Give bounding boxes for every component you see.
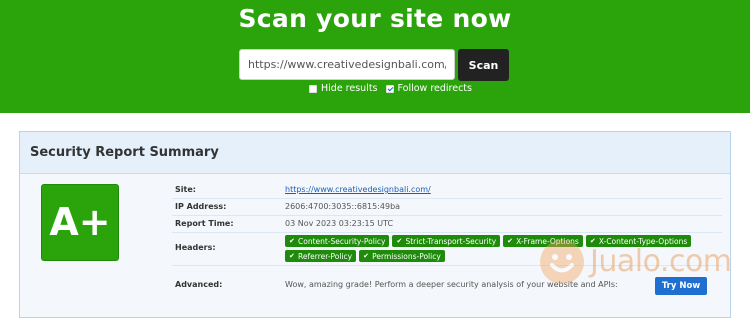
hide-results-checkbox[interactable] — [309, 84, 317, 93]
scan-hero: Scan your site now Scan Hide results Fol… — [0, 0, 750, 113]
advanced-label: Advanced: — [175, 280, 223, 289]
check-icon: ✔ — [289, 237, 295, 245]
watermark-logo-icon — [540, 240, 584, 284]
site-row: Site: https://www.creativedesignbali.com… — [172, 182, 722, 199]
hide-results-label: Hide results — [321, 83, 378, 94]
scan-options: Hide results Follow redirects — [309, 83, 480, 94]
time-value: 03 Nov 2023 03:23:15 UTC — [285, 219, 394, 228]
check-icon: ✔ — [507, 237, 514, 245]
header-badge: ✔ Permissions-Policy — [359, 250, 445, 262]
report-header: Security Report Summary — [20, 132, 730, 174]
url-input[interactable] — [239, 49, 455, 80]
hero-title: Scan your site now — [238, 4, 512, 33]
ip-row: IP Address: 2606:4700:3035::6815:49ba — [172, 199, 722, 216]
scan-button[interactable]: Scan — [458, 49, 509, 81]
site-link[interactable]: https://www.creativedesignbali.com/ — [285, 185, 431, 194]
header-badge: ✔ Strict-Transport-Security — [392, 235, 501, 247]
report-title: Security Report Summary — [30, 145, 219, 160]
follow-redirects-label: Follow redirects — [397, 83, 472, 94]
check-icon: ✔ — [396, 237, 403, 245]
header-badge: ✔ Content-Security-Policy — [285, 235, 390, 247]
check-icon: ✔ — [363, 252, 369, 260]
time-row: Report Time: 03 Nov 2023 03:23:15 UTC — [172, 216, 722, 233]
time-label: Report Time: — [175, 219, 234, 228]
watermark: Jualo.com — [540, 240, 740, 290]
ip-label: IP Address: — [175, 202, 227, 211]
header-badge: ✔ Referrer-Policy — [285, 250, 357, 262]
headers-label: Headers: — [175, 243, 216, 252]
follow-redirects-checkbox[interactable] — [385, 84, 394, 93]
grade-badge: A+ — [41, 184, 119, 261]
ip-value: 2606:4700:3035::6815:49ba — [285, 202, 401, 211]
check-icon: ✔ — [289, 252, 295, 260]
site-label: Site: — [175, 185, 196, 194]
watermark-text: Jualo.com — [590, 244, 732, 279]
